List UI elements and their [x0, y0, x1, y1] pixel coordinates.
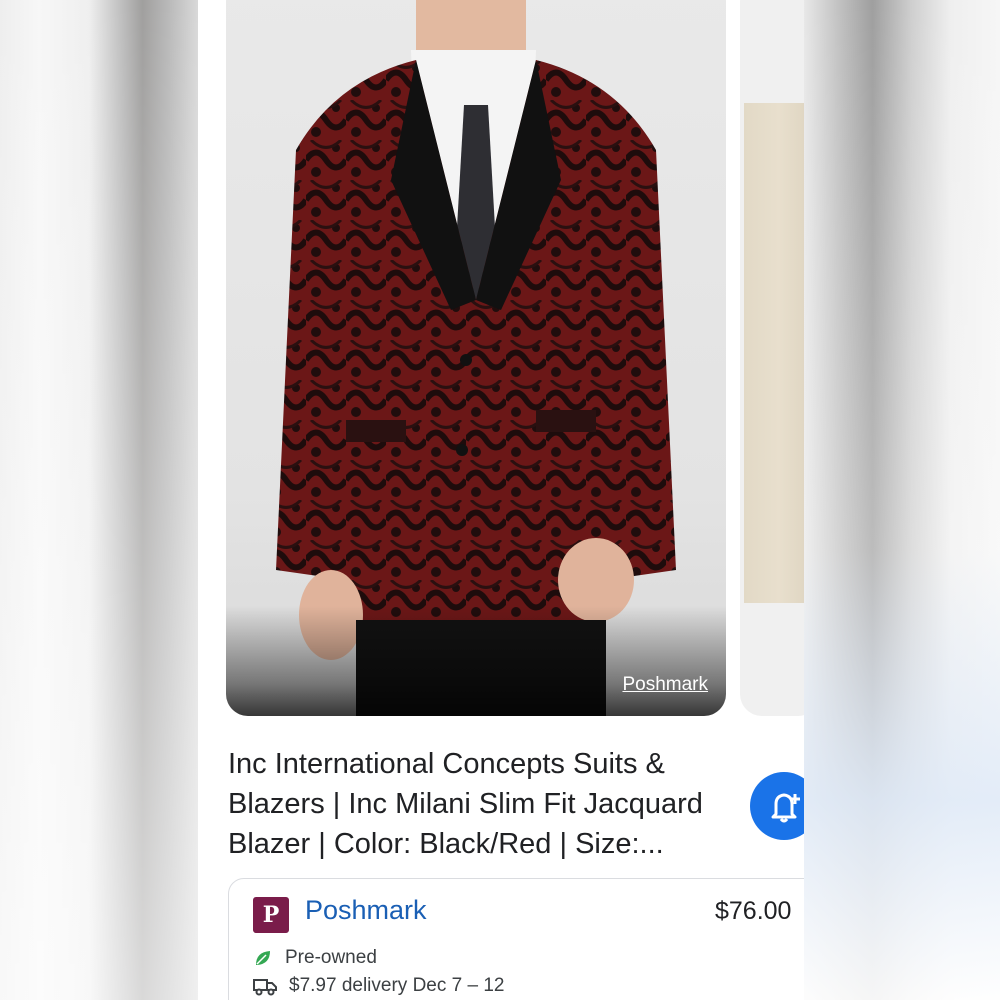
- blurred-background-left: [0, 0, 198, 1000]
- next-image-thumbnail: [744, 103, 804, 603]
- merchant-logo: P: [253, 897, 289, 933]
- image-source-link[interactable]: Poshmark: [622, 674, 708, 696]
- condition-row: Pre-owned: [253, 947, 377, 969]
- image-gradient-overlay: [226, 606, 726, 716]
- truck-icon: [253, 979, 277, 996]
- bell-plus-icon: [771, 793, 800, 823]
- next-image-card[interactable]: [740, 0, 804, 716]
- leaf-icon: [256, 951, 270, 965]
- product-title[interactable]: Inc International Concepts Suits & Blaze…: [228, 744, 728, 864]
- merchant-logo-letter: P: [262, 902, 280, 928]
- blurred-background-right: [804, 0, 1000, 1000]
- product-image[interactable]: Poshmark: [226, 0, 726, 716]
- offer-price: $76.00: [715, 897, 792, 925]
- delivery-row: $7.97 delivery Dec 7 – 12: [253, 975, 504, 997]
- offer-card[interactable]: P Poshmark $76.00 Pre-owned $7.97 delive…: [228, 878, 804, 1000]
- delivery-text: $7.97 delivery Dec 7 – 12: [289, 975, 505, 996]
- results-panel: Poshmark Inc International Concepts Suit…: [198, 0, 804, 1000]
- condition-text: Pre-owned: [285, 947, 377, 968]
- price-alert-button[interactable]: [750, 772, 804, 840]
- merchant-name-link[interactable]: Poshmark: [305, 895, 427, 926]
